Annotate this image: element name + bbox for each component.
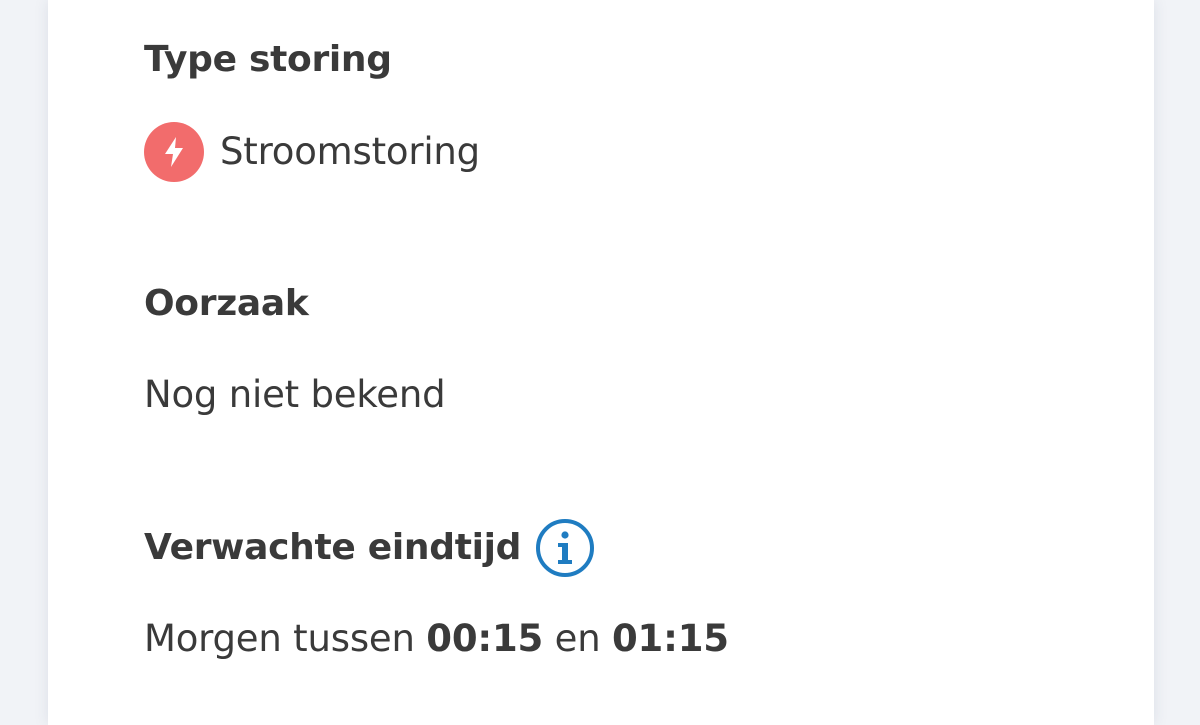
- end-time-section: Verwachte eindtijd: [144, 518, 595, 578]
- end-time-connector: en: [554, 617, 601, 660]
- end-time-prefix: Morgen tussen: [144, 617, 415, 660]
- cause-value-row: Nog niet bekend: [144, 372, 446, 418]
- page: Type storing Stroomstoring Oorzaak Nog n…: [0, 0, 1200, 725]
- type-section: Type storing: [144, 38, 392, 82]
- end-time-value: Morgen tussen 00:15 en 01:15: [144, 616, 729, 662]
- end-time-start: 00:15: [426, 617, 544, 660]
- cause-value: Nog niet bekend: [144, 373, 446, 416]
- cause-heading: Oorzaak: [144, 283, 309, 324]
- type-heading: Type storing: [144, 39, 392, 80]
- end-time-value-row: Morgen tussen 00:15 en 01:15: [144, 616, 729, 662]
- end-time-heading: Verwachte eindtijd: [144, 527, 522, 568]
- lightning-bolt-icon: [144, 122, 204, 182]
- type-value-row: Stroomstoring: [144, 122, 480, 182]
- cause-section: Oorzaak: [144, 282, 309, 326]
- end-time-end: 01:15: [612, 617, 729, 660]
- type-value: Stroomstoring: [220, 130, 480, 173]
- info-icon[interactable]: [535, 518, 595, 578]
- outage-details-card: Type storing Stroomstoring Oorzaak Nog n…: [48, 0, 1154, 725]
